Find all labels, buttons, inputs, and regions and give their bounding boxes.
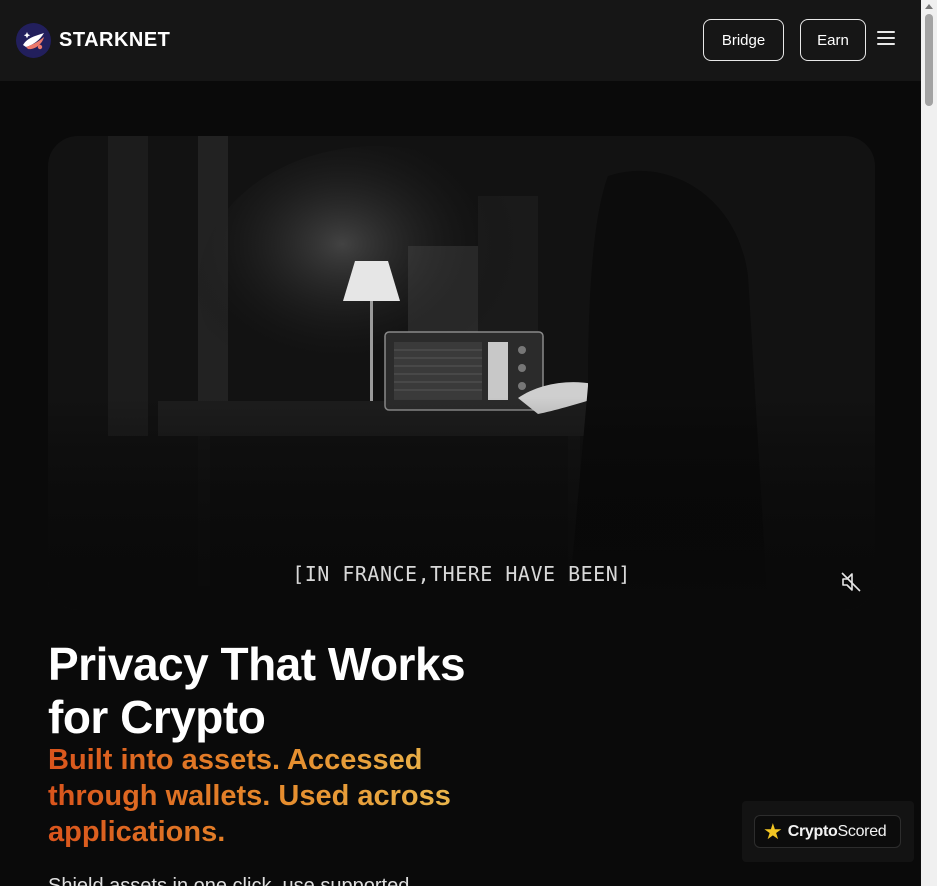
- cryptoscored-badge[interactable]: ★ CryptoScored: [754, 815, 901, 848]
- speaker-muted-icon[interactable]: [839, 570, 863, 594]
- scrollbar-thumb[interactable]: [925, 14, 933, 106]
- scroll-up-arrow-icon[interactable]: [925, 4, 933, 9]
- page-scrollbar[interactable]: [921, 0, 937, 886]
- badge-brand: CryptoScored: [788, 823, 887, 841]
- intro-paragraph: Shield assets in one click, use supporte…: [48, 875, 410, 886]
- starknet-logo[interactable]: STARKNET: [16, 23, 170, 58]
- subheadline-line-1: Built into assets. Accessed: [48, 744, 423, 776]
- page-headline: Privacy That Works for Crypto: [48, 638, 568, 744]
- badge-brand-light: Scored: [837, 822, 887, 840]
- cryptoscored-widget: ★ CryptoScored: [742, 801, 914, 862]
- hamburger-menu-icon[interactable]: [877, 31, 895, 49]
- hero-video-frame: [48, 136, 875, 610]
- logo-wordmark: STARKNET: [59, 29, 171, 51]
- video-caption: [IN FRANCE,THERE HAVE BEEN]: [292, 562, 631, 586]
- headline-line-1: Privacy That Works: [48, 638, 466, 690]
- subheadline-line-3: applications.: [48, 816, 226, 848]
- starknet-logo-icon: [16, 23, 51, 58]
- earn-button[interactable]: Earn: [800, 19, 866, 61]
- star-icon: ★: [763, 818, 783, 844]
- subheadline-line-2: through wallets. Used across: [48, 780, 451, 812]
- site-header: STARKNET Bridge Earn: [0, 0, 921, 81]
- page-subheadline: Built into assets. Accessed through wall…: [48, 742, 488, 850]
- bridge-button[interactable]: Bridge: [703, 19, 784, 61]
- headline-line-2: for Crypto: [48, 691, 266, 743]
- badge-brand-bold: Crypto: [787, 822, 838, 840]
- hero-video[interactable]: [IN FRANCE,THERE HAVE BEEN]: [48, 136, 875, 610]
